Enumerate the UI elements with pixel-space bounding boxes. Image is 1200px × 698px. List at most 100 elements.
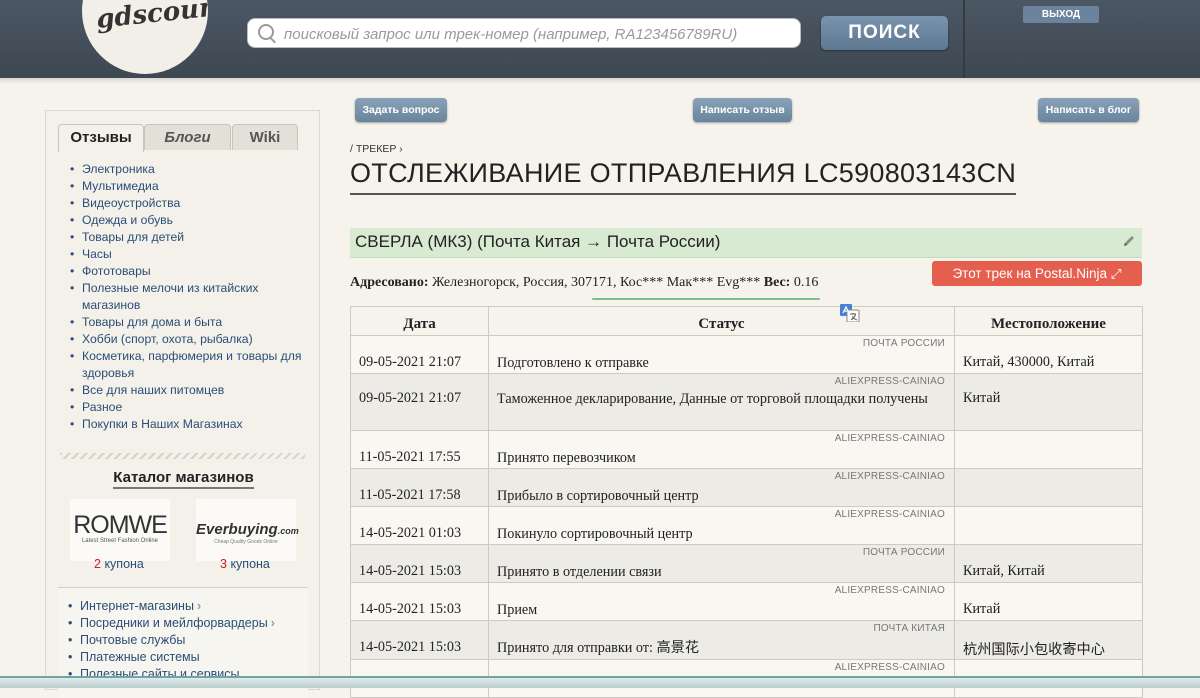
resource-link[interactable]: Посредники и мейлфорвардеры› [68, 615, 275, 632]
row-location: Китай [954, 373, 1143, 431]
romwe-tagline: Latest Street Fashion Online [81, 538, 159, 544]
search-button[interactable]: ПОИСК [821, 16, 948, 50]
tab-wiki[interactable]: Wiki [232, 124, 298, 150]
category-item[interactable]: Все для наших питомцев [70, 382, 310, 399]
coupon-label: купона [104, 557, 144, 571]
item-title: СВЕРЛА (МК3) (Почта Китая → Почта России… [355, 232, 721, 251]
row-location: Китай [954, 582, 1143, 621]
category-item[interactable]: Видеоустройства [70, 195, 310, 212]
table-row: 14-05-2021 15:03 ALIEXPRESS-CAINIAO Прием… [350, 582, 1143, 621]
translate-icon[interactable] [840, 304, 860, 322]
row-date: 14-05-2021 15:03 [350, 620, 489, 660]
site-logo[interactable]: gdscount [82, 0, 208, 74]
everbuying-name: Everbuying [196, 521, 278, 538]
romwe-logo: ROMWE [73, 511, 168, 539]
everbuying-tagline: Cheap Quality Goods Online [214, 539, 278, 545]
search-input[interactable] [282, 22, 786, 46]
write-blog-button[interactable]: Написать в блог [1038, 98, 1139, 122]
column-header-location: Местоположение [954, 306, 1143, 336]
divider [60, 453, 305, 459]
row-status-cell: ПОЧТА РОССИИ Подготовлено к отправке [488, 335, 955, 374]
category-item[interactable]: Одежда и обувь [70, 212, 310, 229]
row-source: ALIEXPRESS-CAINIAO [834, 585, 945, 596]
category-item[interactable]: Часы [70, 246, 310, 263]
store-everbuying[interactable]: Everbuying.com Cheap Quality Goods Onlin… [196, 499, 299, 561]
column-header-status: Статус [488, 306, 955, 336]
coupon-label: купона [230, 557, 270, 571]
category-item[interactable]: Косметика, парфюмерия и товары для здоро… [70, 348, 310, 382]
row-date: 09-05-2021 21:07 [350, 373, 489, 431]
pencil-icon[interactable] [1122, 234, 1136, 248]
romwe-coupons-link[interactable]: 2 купона [94, 557, 144, 571]
row-location: 杭州国际小包收寄中心 [954, 620, 1143, 660]
resource-link-label: Платежные системы [80, 650, 200, 664]
row-status-cell: ALIEXPRESS-CAINIAO Прием [488, 582, 955, 621]
resource-link[interactable]: Интернет-магазины› [68, 598, 275, 615]
row-source: ALIEXPRESS-CAINIAO [834, 662, 945, 673]
row-location [954, 430, 1143, 469]
row-status: Таможенное декларирование, Данные от тор… [497, 391, 928, 407]
store-romwe[interactable]: ROMWE Latest Street Fashion Online [70, 499, 170, 561]
header-shadow [0, 78, 1200, 84]
table-row: 14-05-2021 15:03 ПОЧТА КИТАЯ Принято для … [350, 620, 1143, 660]
row-status-cell: ALIEXPRESS-CAINIAO Прибыло в сортировочны… [488, 468, 955, 507]
logo-text: gdscount [94, 0, 208, 35]
row-date: 09-05-2021 21:07 [350, 335, 489, 374]
catalog-title: Каталог магазинов [46, 469, 321, 489]
write-review-button[interactable]: Написать отзыв [693, 98, 792, 122]
sidebar: Отзывы Блоги Wiki Электроника Мультимеди… [45, 110, 321, 698]
address-label: Адресовано: [350, 275, 429, 290]
chevron-right-icon: › [270, 616, 275, 630]
resource-link[interactable]: Почтовые службы [68, 632, 275, 649]
row-status-cell: ALIEXPRESS-CAINIAO Покинуло сортировочный… [488, 506, 955, 545]
resource-link-label: Посредники и мейлфорвардеры [80, 616, 268, 630]
coupon-count: 3 [220, 557, 227, 571]
coupon-count: 2 [94, 557, 101, 571]
breadcrumb[interactable]: / ТРЕКЕР › [350, 143, 403, 155]
row-location [954, 468, 1143, 507]
category-item[interactable]: Покупки в Наших Магазинах [70, 416, 310, 433]
row-status: Принято в отделении связи [497, 564, 662, 580]
row-source: ПОЧТА РОССИИ [862, 338, 945, 349]
category-item[interactable]: Электроника [70, 161, 310, 178]
everbuying-coupons-link[interactable]: 3 купона [220, 557, 270, 571]
category-list: Электроника Мультимедиа Видеоустройства … [70, 161, 310, 433]
resource-link[interactable]: Платежные системы [68, 649, 275, 666]
table-header-row: Дата Статус Местоположение [350, 306, 1143, 336]
row-status: Принято перевозчиком [497, 450, 636, 466]
top-header: gdscount ПОИСК ВЫХОД [0, 0, 1200, 78]
row-source: ALIEXPRESS-CAINIAO [834, 376, 945, 387]
category-item[interactable]: Хобби (спорт, охота, рыбалка) [70, 331, 310, 348]
row-status: Покинуло сортировочный центр [497, 526, 693, 542]
category-item[interactable]: Товары для дома и быта [70, 314, 310, 331]
table-row: 09-05-2021 21:07 ПОЧТА РОССИИ Подготовлен… [350, 335, 1143, 374]
search-box[interactable] [247, 18, 801, 48]
ask-question-button[interactable]: Задать вопрос [355, 98, 447, 122]
address-underline [592, 298, 820, 300]
category-item[interactable]: Мультимедиа [70, 178, 310, 195]
resource-link-label: Интернет-магазины [80, 599, 194, 613]
row-location: Китай, Китай [954, 544, 1143, 583]
address-value: Железногорск, Россия, 307171, Кос*** Мак… [432, 275, 761, 290]
category-item[interactable]: Полезные мелочи из китайских магазинов [70, 280, 310, 314]
resource-links: Интернет-магазины› Посредники и мейлфорв… [68, 598, 275, 683]
table-row: 11-05-2021 17:55 ALIEXPRESS-CAINIAO Приня… [350, 430, 1143, 469]
row-date: 14-05-2021 15:03 [350, 582, 489, 621]
row-source: ALIEXPRESS-CAINIAO [834, 471, 945, 482]
row-status: Прибыло в сортировочный центр [497, 488, 699, 504]
postal-ninja-button[interactable]: Этот трек на Postal.Ninja ⤢ [932, 261, 1142, 286]
tab-blogs[interactable]: Блоги [144, 124, 231, 150]
search-icon [258, 24, 274, 40]
catalog-title-text: Каталог магазинов [113, 469, 254, 489]
chevron-right-icon: › [196, 599, 202, 613]
tab-reviews[interactable]: Отзывы [58, 124, 144, 152]
tracking-table: Дата Статус Местоположение 09-05-2021 21… [350, 306, 1143, 698]
page-title: ОТСЛЕЖИВАНИЕ ОТПРАВЛЕНИЯ LC590803143CN [350, 158, 1017, 195]
category-item[interactable]: Товары для детей [70, 229, 310, 246]
row-date: 14-05-2021 15:03 [350, 544, 489, 583]
row-date: 14-05-2021 01:03 [350, 506, 489, 545]
row-source: ALIEXPRESS-CAINIAO [834, 509, 945, 520]
logout-button[interactable]: ВЫХОД [1023, 6, 1099, 23]
category-item[interactable]: Разное [70, 399, 310, 416]
category-item[interactable]: Фототовары [70, 263, 310, 280]
